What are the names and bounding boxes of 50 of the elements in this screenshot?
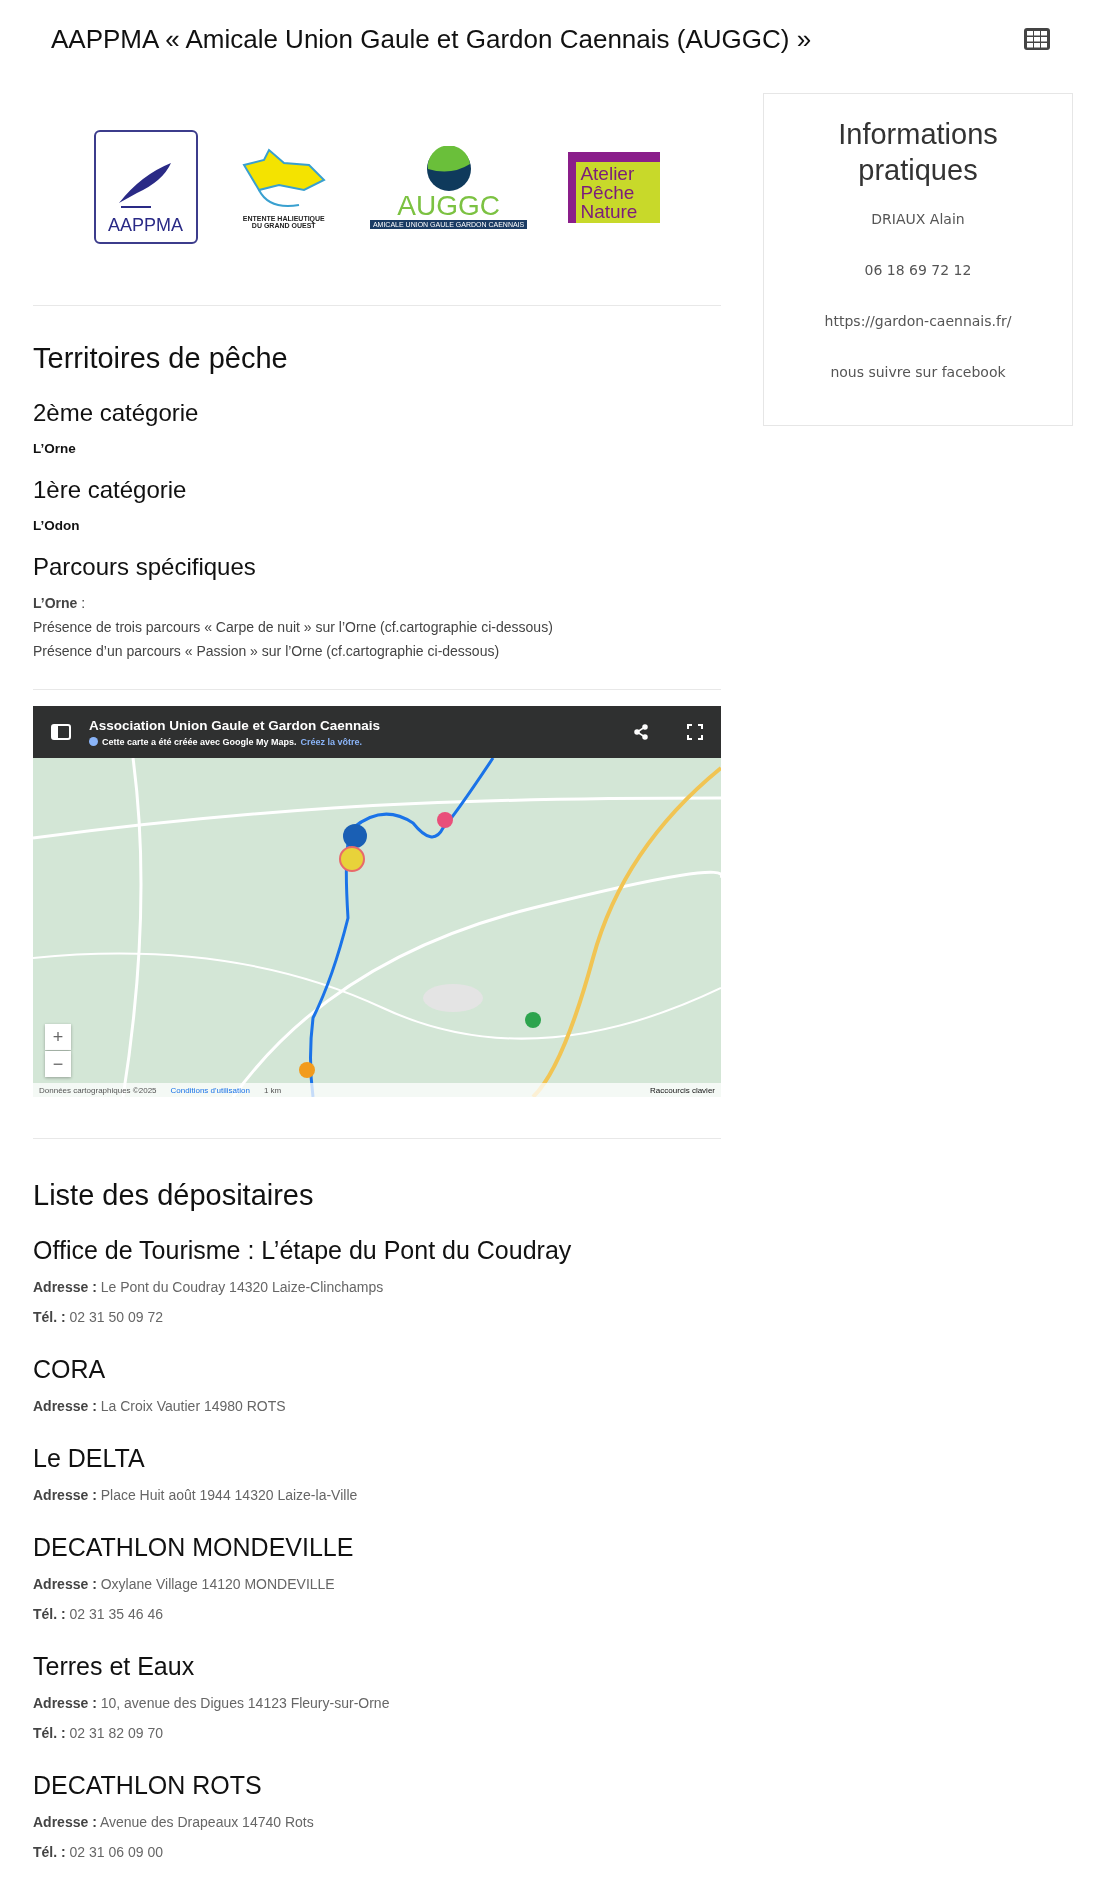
address-line: Adresse : 10, avenue des Digues 14123 Fleury-sur-Orne xyxy=(33,1695,391,1711)
scale-label: 1 km xyxy=(263,1085,282,1095)
address-line: Adresse : Le Pont du Coudray 14320 Laize-Clinchamps xyxy=(33,1279,385,1295)
map-attribution: Données cartographiques ©2025 xyxy=(39,1085,157,1095)
card-title: Informations pratiques xyxy=(838,117,998,189)
info-line: 06 18 69 72 12 xyxy=(864,261,972,278)
dealer-name: Office de Tourisme : L’étape du Pont du Coudray xyxy=(33,1236,573,1265)
dealer-name: DECATHLON MONDEVILLE xyxy=(33,1533,355,1562)
fullscreen-icon[interactable] xyxy=(687,724,703,740)
section-title: Liste des dépositaires xyxy=(33,1179,315,1212)
info-line: DRIAUX Alain xyxy=(871,210,965,227)
river-name: L’Orne xyxy=(33,441,77,456)
dealer-name: CORA xyxy=(33,1355,107,1384)
address-line: Adresse : La Croix Vautier 14980 ROTS xyxy=(33,1398,287,1414)
parcours-text: Présence d’un parcours « Passion » sur l’Orne (cf.cartographie ci-dessous) xyxy=(33,643,501,659)
section-title: Territoires de pêche xyxy=(33,342,289,375)
shortcuts-link[interactable]: Raccourcis clavier xyxy=(650,1085,715,1095)
logo-text: Pêche xyxy=(580,182,636,202)
category-heading: Parcours spécifiques xyxy=(33,553,257,581)
info-line: https://gardon-caennais.fr/ xyxy=(824,312,1012,329)
info-line: nous suivre sur facebook xyxy=(830,363,1006,380)
share-icon[interactable] xyxy=(633,724,649,740)
address-line: Adresse : Oxylane Village 14120 MONDEVILLE xyxy=(33,1576,336,1592)
river-name: L’Orne : xyxy=(33,595,87,611)
site-title: AAPPMA « Amicale Union Gaule et Gardon Caennais (AUGGC) » xyxy=(51,23,812,55)
dealer-name: Terres et Eaux xyxy=(33,1652,196,1681)
map-note: Cette carte a été créée avec Google My Maps. xyxy=(102,736,297,747)
parcours-text: Présence de trois parcours « Carpe de nuit » sur l’Orne (cf.cartographie ci-dessous) xyxy=(33,619,554,635)
phone-line: Tél. : 02 31 50 09 72 xyxy=(33,1309,164,1325)
dealer-name: Le DELTA xyxy=(33,1444,146,1473)
dealer-name: DECATHLON ROTS xyxy=(33,1771,263,1800)
logo-text: Nature xyxy=(580,201,639,221)
category-heading: 1ère catégorie xyxy=(33,476,188,504)
address-line: Adresse : Place Huit août 1944 14320 Laize-la-Ville xyxy=(33,1487,359,1503)
address-line: Adresse : Avenue des Drapeaux 14740 Rots xyxy=(33,1814,315,1830)
grid-icon[interactable] xyxy=(1024,28,1050,50)
category-heading: 2ème catégorie xyxy=(33,399,200,427)
zoom-in-button[interactable]: + xyxy=(45,1024,71,1050)
logo-text: AUGGC xyxy=(397,191,500,220)
create-map-link[interactable]: Créez la vôtre. xyxy=(300,736,363,747)
logo-text: Atelier xyxy=(580,163,636,183)
river-name: L’Odon xyxy=(33,518,81,533)
phone-line: Tél. : 02 31 35 46 46 xyxy=(33,1606,164,1622)
map-title: Association Union Gaule et Gardon Caennais xyxy=(89,717,382,733)
sidebar-toggle-icon[interactable] xyxy=(51,724,71,740)
terms-link[interactable]: Conditions d'utilisation xyxy=(170,1085,250,1095)
zoom-out-button[interactable]: − xyxy=(45,1051,71,1077)
phone-line: Tél. : 02 31 06 09 00 xyxy=(33,1844,164,1860)
phone-line: Tél. : 02 31 82 09 70 xyxy=(33,1725,164,1741)
logo-text: AAPPMA xyxy=(108,215,184,236)
